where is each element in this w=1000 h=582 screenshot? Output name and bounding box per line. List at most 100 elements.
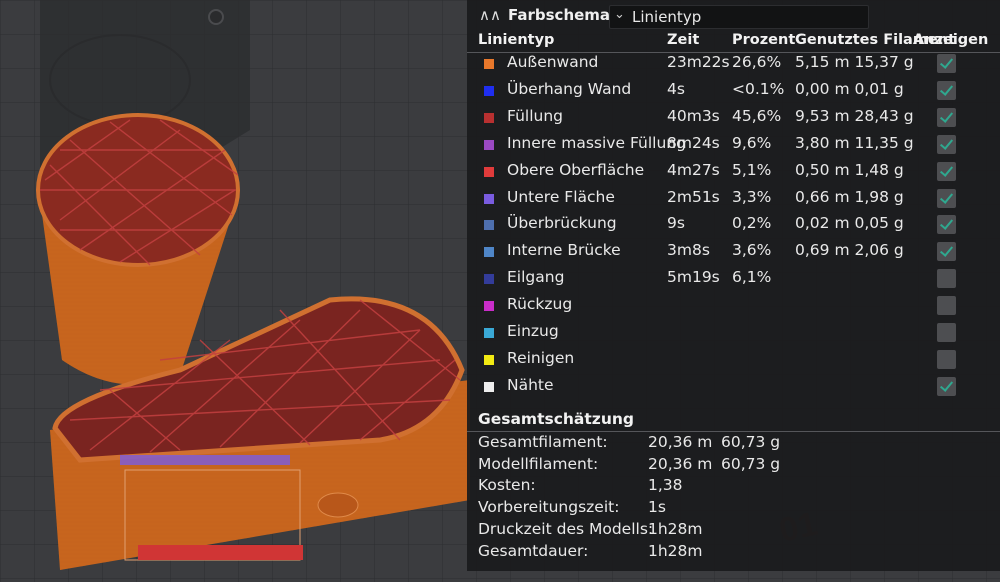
legend-panel: ∧∧ Farbschema ⌄ Linientyp Linientyp Zeit… [467,0,1000,571]
show-checkbox[interactable] [937,161,956,181]
line-type-label: Überhang Wand [507,79,632,98]
show-checkbox[interactable] [937,134,956,154]
collapse-chevron-icon[interactable]: ∧∧ [479,6,501,24]
legend-row: Einzug [467,320,1000,347]
header-show: Anzeigen [913,32,989,48]
header-percent: Prozent [732,32,796,48]
total-estimate-title: Gesamtschätzung [478,410,634,428]
show-checkbox[interactable] [937,296,956,316]
header-time: Zeit [667,32,700,48]
show-checkbox[interactable] [937,80,956,100]
color-scheme-dropdown[interactable]: ⌄ Linientyp [609,5,869,29]
legend-row: Eilgang 5m19s 6,1% [467,266,1000,293]
legend-row: Überbrückung 9s 0,2% 0,02 m 0,05 g [467,212,1000,239]
summary-value-secondary: 60,73 g [721,433,781,451]
summary-value: 20,36 m [648,433,713,451]
line-type-label: Überbrückung [507,214,617,233]
summary-value: 20,36 m [648,454,713,473]
show-checkbox[interactable] [937,107,956,127]
legend-row: Rückzug [467,293,1000,320]
summary-value: 1s [648,498,666,517]
line-type-label: Reinigen [507,348,575,367]
show-checkbox[interactable] [937,54,956,73]
line-type-label: Außenwand [507,53,599,71]
line-type-label: Obere Oberfläche [507,160,645,179]
summary-label: Vorbereitungszeit: [478,498,620,517]
used-filament-value: 0,00 m 0,01 g [795,79,904,98]
summary-row: Kosten: 1,38 [467,476,1000,498]
line-type-label: Nähte [507,375,554,394]
percent-value: 45,6% [732,106,782,125]
summary-value-secondary: 60,73 g [721,454,781,473]
line-type-label: Innere massive Füllung [507,133,686,152]
show-checkbox[interactable] [937,349,956,369]
line-type-label: Untere Fläche [507,187,615,206]
header-line-type: Linientyp [478,32,555,48]
percent-value: 6,1% [732,268,772,287]
line-type-label: Einzug [507,322,559,340]
show-checkbox[interactable] [937,242,956,262]
color-swatch [484,193,494,204]
time-value: 4s [667,79,685,98]
summary-value: 1,38 [648,476,683,495]
used-filament-value: 0,66 m 1,98 g [795,187,904,206]
used-filament-value: 0,69 m 2,06 g [795,241,904,260]
color-swatch [484,139,494,150]
legend-row: Außenwand 23m22s 26,6% 5,15 m 15,37 g [467,51,1000,78]
time-value: 5m19s [667,268,720,287]
color-swatch [484,301,494,312]
time-value: 40m3s [667,106,720,125]
percent-value: 26,6% [732,53,782,71]
time-value: 23m22s [667,53,730,71]
color-swatch [484,166,494,177]
time-value: 9s [667,214,685,233]
legend-column-headers: Linientyp Zeit Prozent Genutztes Filamen… [467,32,1000,52]
summary-row: Vorbereitungszeit: 1s [467,498,1000,520]
summary-label: Gesamtdauer: [478,541,589,560]
color-swatch [484,247,494,258]
show-checkbox[interactable] [937,323,956,342]
chevron-down-icon: ⌄ [614,7,625,22]
color-swatch [484,381,494,392]
legend-row: Interne Brücke 3m8s 3,6% 0,69 m 2,06 g [467,239,1000,266]
model-hole [317,492,359,518]
used-filament-value: 9,53 m 28,43 g [795,106,914,125]
percent-value: 3,6% [732,241,772,260]
summary-label: Modellfilament: [478,454,599,473]
show-checkbox[interactable] [937,188,956,208]
time-value: 8m24s [667,133,720,152]
show-checkbox[interactable] [937,376,956,396]
percent-value: <0.1% [732,79,785,98]
legend-row: Überhang Wand 4s <0.1% 0,00 m 0,01 g [467,78,1000,105]
summary-label: Gesamtfilament: [478,433,608,451]
time-value: 2m51s [667,187,720,206]
color-scheme-value: Linientyp [632,8,702,26]
line-type-label: Eilgang [507,268,565,287]
color-swatch [484,85,494,96]
summary-row: Druckzeit des Modells: 1h28m [467,520,1000,542]
percent-value: 3,3% [732,187,772,206]
summary-label: Druckzeit des Modells: [478,519,654,538]
summary-row: Gesamtdauer: 1h28m [467,542,1000,564]
color-swatch [484,112,494,123]
summary-value: 1h28m [648,541,703,560]
legend-row: Nähte [467,374,1000,401]
show-checkbox[interactable] [937,215,956,235]
legend-row: Reinigen [467,347,1000,374]
color-swatch [484,328,494,338]
percent-value: 5,1% [732,160,772,179]
legend-row: Füllung 40m3s 45,6% 9,53 m 28,43 g [467,105,1000,132]
color-scheme-title: Farbschema [508,6,611,24]
legend-row: Untere Fläche 2m51s 3,3% 0,66 m 1,98 g [467,186,1000,213]
summary-value: 1h28m [648,519,703,538]
time-value: 3m8s [667,241,710,260]
legend-row: Obere Oberfläche 4m27s 5,1% 0,50 m 1,48 g [467,159,1000,186]
used-filament-value: 5,15 m 15,37 g [795,53,914,71]
percent-value: 0,2% [732,214,772,233]
show-checkbox[interactable] [937,269,956,289]
summary-label: Kosten: [478,476,536,495]
color-swatch [484,274,494,285]
color-swatch [484,354,494,365]
line-type-label: Rückzug [507,295,573,314]
percent-value: 9,6% [732,133,772,152]
